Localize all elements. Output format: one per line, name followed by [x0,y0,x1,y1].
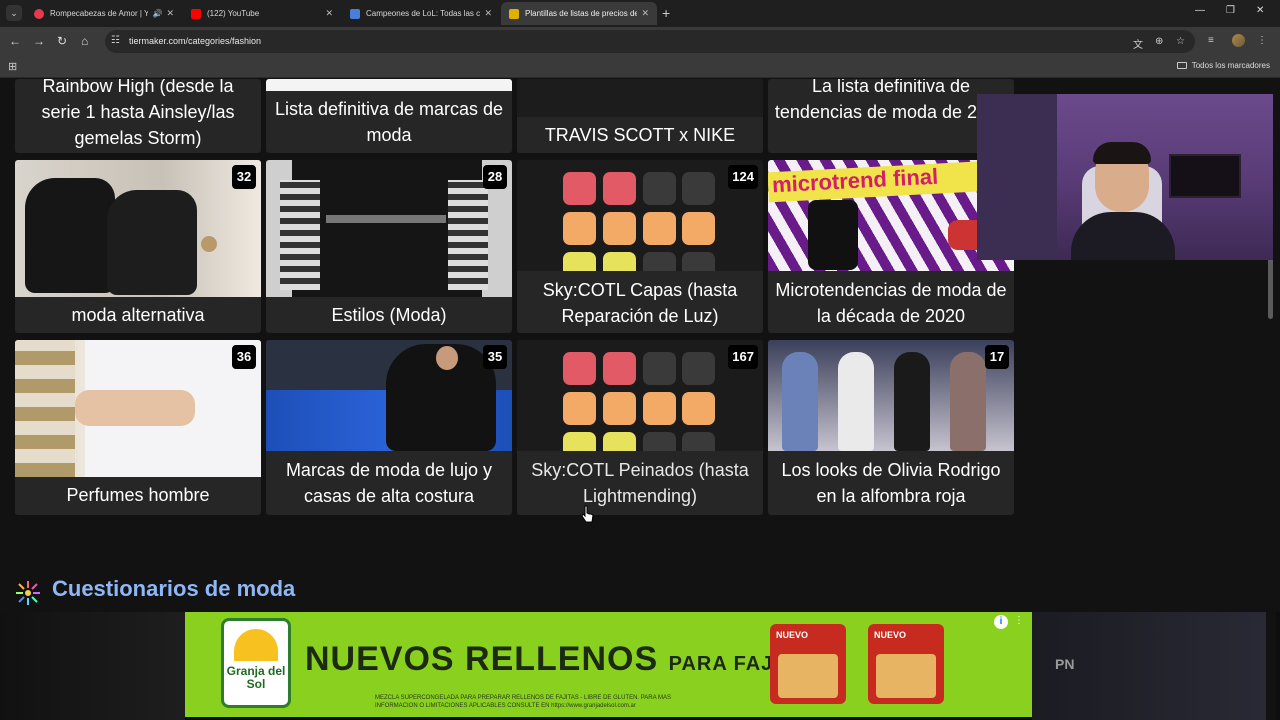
card-label: Lista definitiva de marcas de moda [274,99,504,145]
template-card[interactable]: TRAVIS SCOTT x NIKE [517,79,763,153]
card-thumbnail: 36 [15,340,261,477]
profile-avatar[interactable] [1232,34,1245,47]
card-label: Perfumes hombre [66,485,210,505]
template-card[interactable]: 28 Estilos (Moda) [266,160,512,333]
item-count-badge: 124 [728,165,758,189]
template-card[interactable]: 167 Sky:COTL Peinados (hasta Lightmendin… [517,340,763,515]
webcam-overlay [977,94,1273,260]
item-count-badge: 32 [232,165,256,189]
template-card[interactable]: 35 Marcas de moda de lujo y casas de alt… [266,340,512,515]
side-ad-text: PN [1055,656,1075,672]
folder-icon [1176,62,1187,69]
ad-info-icon[interactable]: i [994,615,1008,629]
card-thumbnail: 28 [266,160,512,297]
card-thumbnail [517,79,763,117]
tab-favicon-icon [34,8,44,19]
bookmark-star-icon[interactable]: ☆ [1176,36,1185,47]
browser-toolbar: ← → ↻ ⌂ ☷ tiermaker.com/categories/fashi… [0,27,1280,56]
template-card[interactable]: Lista definitiva de marcas de moda [266,79,512,153]
zoom-icon[interactable]: ⊕ [1155,36,1163,47]
media-control-icon[interactable]: ≡ [1208,35,1214,46]
menu-icon[interactable]: ⋮ [1257,35,1267,46]
ad-brand: Granja del Sol [226,664,286,691]
card-thumbnail: 32 [15,160,261,297]
ad-options-icon[interactable]: ⋮ [1014,615,1024,626]
restore-icon[interactable]: ❐ [1226,5,1235,16]
close-tab-icon[interactable]: ✕ [166,8,174,19]
product-pack: NUEVO [770,624,846,704]
sparkle-icon [16,581,40,605]
all-bookmarks-button[interactable]: Todos los marcadores [1176,61,1270,70]
home-icon[interactable]: ⌂ [81,34,88,48]
address-bar[interactable]: ☷ tiermaker.com/categories/fashion 文 ⊕ ☆ [105,30,1195,53]
close-window-icon[interactable]: ✕ [1256,5,1264,16]
template-card[interactable]: 17 Los looks de Olivia Rodrigo en la alf… [768,340,1014,515]
close-tab-icon[interactable]: ✕ [641,8,649,19]
site-info-icon[interactable]: ☷ [111,35,120,46]
tab-youtube[interactable]: (122) YouTube ✕ [183,2,341,25]
item-count-badge: 35 [483,345,507,369]
card-label: Marcas de moda de lujo y casas de alta c… [285,460,493,506]
apps-icon[interactable]: ⊞ [8,60,17,73]
section-title[interactable]: Cuestionarios de moda [52,576,295,602]
template-card[interactable]: 36 Perfumes hombre [15,340,261,515]
card-thumbnail: 124 [517,160,763,271]
item-count-badge: 36 [232,345,256,369]
tab-title: Plantillas de listas de precios de [525,9,638,18]
card-label: Los looks de Olivia Rodrigo en la alfomb… [781,460,1001,506]
ad-headline-big: NUEVOS RELLENOS [305,640,659,678]
tab-plantillas[interactable]: Plantillas de listas de precios de ✕ [501,2,657,25]
ad-fine-print: MEZCLA SUPERCONGELADA PARA PREPARAR RELL… [375,695,671,709]
ad-headline: NUEVOS RELLENOS PARA FAJITAS [305,640,821,679]
close-tab-icon[interactable]: ✕ [325,8,333,19]
card-thumbnail: 35 [266,340,512,451]
item-count-badge: 17 [985,345,1009,369]
tier-grid-preview [517,340,763,451]
template-card[interactable]: Rainbow High (desde la serie 1 hasta Ain… [15,79,261,153]
url-text[interactable]: tiermaker.com/categories/fashion [129,36,261,46]
card-label: Estilos (Moda) [331,305,447,325]
card-label: Rainbow High (desde la serie 1 hasta Ain… [41,79,235,148]
tier-grid-preview [517,160,763,271]
close-tab-icon[interactable]: ✕ [484,8,492,19]
forward-icon[interactable]: → [33,34,45,48]
tab-campeones-lol[interactable]: Campeones de LoL: Todas las c ✕ [342,2,500,25]
translate-icon[interactable]: 文 [1133,36,1143,51]
card-label: TRAVIS SCOTT x NIKE [544,125,736,145]
hand-cursor-icon [582,505,594,523]
back-icon[interactable]: ← [9,34,21,48]
reload-icon[interactable]: ↻ [57,34,67,48]
card-thumbnail [266,79,512,91]
tab-search-icon[interactable]: ⌄ [6,5,22,21]
bookmarks-bar: ⊞ Todos los marcadores [0,56,1280,78]
speaker-icon[interactable]: 🔊 [152,9,162,18]
item-count-badge: 28 [483,165,507,189]
card-thumbnail: 167 [517,340,763,451]
item-count-badge: 167 [728,345,758,369]
ad-banner[interactable]: Granja del Sol NUEVOS RELLENOS PARA FAJI… [185,612,1032,717]
card-label: Microtendencias de moda de la década de … [775,280,1007,326]
granja-del-sol-logo: Granja del Sol [221,618,291,708]
card-label: moda alternativa [71,305,205,325]
tab-rompecabezas[interactable]: Rompecabezas de Amor | Y 🔊 ✕ [26,2,182,25]
tab-title: (122) YouTube [207,9,260,18]
minimize-icon[interactable]: — [1195,5,1205,16]
card-label: Sky:COTL Peinados (hasta Lightmending) [531,460,749,506]
docs-icon [350,8,360,19]
tab-title: Rompecabezas de Amor | Y [50,9,149,18]
card-thumbnail: 17 [768,340,1014,451]
product-pack: NUEVO [868,624,944,704]
template-card[interactable]: 124 Sky:COTL Capas (hasta Reparación de … [517,160,763,333]
card-label: Sky:COTL Capas (hasta Reparación de Luz) [542,280,738,326]
tab-strip: ⌄ Rompecabezas de Amor | Y 🔊 ✕ (122) You… [0,0,1280,27]
tiermaker-icon [509,8,519,19]
ad-banner-area: Granja del Sol NUEVOS RELLENOS PARA FAJI… [0,612,1280,720]
all-bookmarks-label: Todos los marcadores [1191,61,1270,70]
new-tab-icon[interactable]: + [662,5,670,21]
youtube-icon [191,8,201,19]
template-card[interactable]: 32 moda alternativa [15,160,261,333]
tab-title: Campeones de LoL: Todas las c [366,9,481,18]
